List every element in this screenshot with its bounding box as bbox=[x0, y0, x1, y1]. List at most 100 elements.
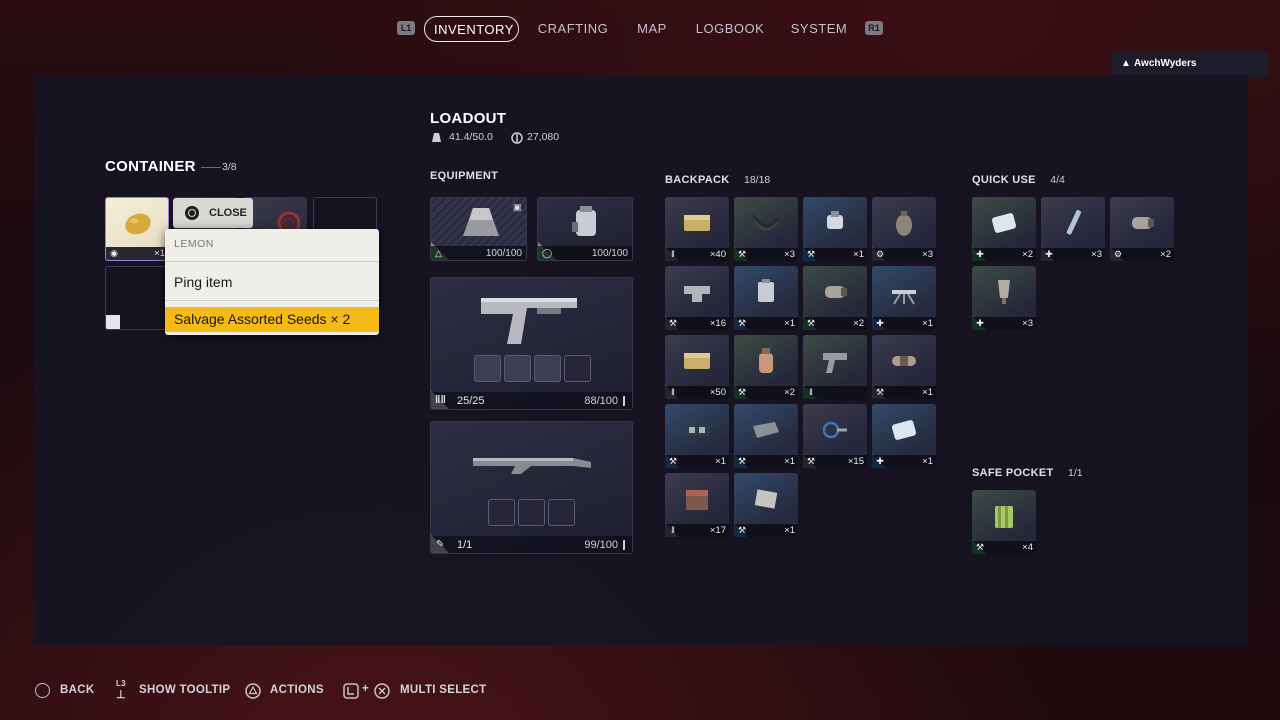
backpack-slot[interactable]: ‖ ×50 bbox=[665, 335, 729, 399]
tab-map[interactable]: MAP bbox=[630, 16, 674, 42]
backpack-slot[interactable]: ⚒ ×2 bbox=[803, 266, 867, 330]
show-tooltip-hint[interactable]: SHOW TOOLTIP bbox=[139, 684, 230, 696]
equipment-title: EQUIPMENT bbox=[430, 170, 499, 182]
quick-use-slot[interactable]: ✚ ×3 bbox=[972, 266, 1036, 330]
pistol-icon bbox=[823, 353, 847, 373]
wrench-icon: ⚒ bbox=[737, 249, 747, 259]
shield-icon: ◯ bbox=[542, 248, 553, 258]
shield-slot[interactable]: ◯ 100/100 bbox=[537, 197, 633, 261]
safe-pocket-header: SAFE POCKET 1/1 bbox=[972, 463, 1083, 481]
item-qty: ×17 bbox=[709, 525, 726, 536]
wrench-icon: ⚒ bbox=[806, 456, 816, 466]
backpack-slot[interactable]: ✚ ×1 bbox=[872, 404, 936, 468]
quick-use-slot[interactable]: ✚ ×3 bbox=[1041, 197, 1105, 261]
item-qty: ×1 bbox=[784, 525, 795, 536]
backpack-slot[interactable]: ⚒ ×2 bbox=[734, 335, 798, 399]
tab-inventory[interactable]: INVENTORY bbox=[424, 16, 519, 42]
backpack-header: BACKPACK 18/18 bbox=[665, 170, 770, 188]
l2-trigger-icon bbox=[343, 683, 359, 699]
medkit-icon: ✚ bbox=[1045, 249, 1053, 259]
bottle-icon bbox=[759, 348, 773, 373]
lemon-icon bbox=[125, 213, 151, 235]
syringe-icon bbox=[1066, 210, 1081, 235]
ammo-icon: ‖ bbox=[809, 387, 813, 397]
battery-icon bbox=[758, 279, 774, 302]
weight-value: 41.4/50.0 bbox=[449, 131, 493, 143]
backpack-slot[interactable]: ⚒ ×1 bbox=[872, 335, 936, 399]
attachment-slot-4[interactable] bbox=[564, 355, 591, 382]
durability-bar bbox=[623, 540, 625, 550]
durability-bar bbox=[623, 396, 625, 406]
speaker-icon: ▲ bbox=[1121, 58, 1131, 69]
safe-pocket-count: 1/1 bbox=[1067, 467, 1083, 479]
bandage-icon bbox=[891, 420, 917, 440]
tab-system[interactable]: SYSTEM bbox=[787, 16, 851, 42]
augment-slot[interactable]: ▣ △ 100/100 bbox=[430, 197, 527, 261]
attachment-slot-3[interactable] bbox=[548, 499, 575, 526]
backpack-slot[interactable]: ⚒ ×1 bbox=[803, 197, 867, 261]
container-slot-5[interactable] bbox=[105, 266, 169, 330]
rifle-weapon-icon bbox=[473, 458, 591, 474]
l1-button-hint[interactable]: L1 bbox=[397, 21, 415, 35]
quick-use-slot[interactable]: ⚙ ×2 bbox=[1110, 197, 1174, 261]
divider bbox=[165, 300, 379, 301]
currency-value: 27,080 bbox=[527, 131, 560, 143]
item-qty: ×1 bbox=[784, 456, 795, 467]
grenade-icon bbox=[896, 211, 912, 236]
item-qty: ×2 bbox=[853, 318, 864, 329]
item-context-menu: LEMON Ping item Salvage Assorted Seeds ×… bbox=[165, 229, 379, 335]
backpack-slot[interactable]: ⚙ ×3 bbox=[872, 197, 936, 261]
container-slot-lemon[interactable]: ◉ ×1 bbox=[105, 197, 169, 261]
backpack-slot[interactable]: ⚒ ×1 bbox=[734, 266, 798, 330]
safe-pocket-slot[interactable]: ⚒ ×4 bbox=[972, 490, 1036, 554]
item-qty: ×1 bbox=[922, 387, 933, 398]
backpack-slot[interactable]: ⚒ ×1 bbox=[734, 404, 798, 468]
backpack-slot[interactable]: ⚒ ×15 bbox=[803, 404, 867, 468]
backpack-slot[interactable]: ✚ ×1 bbox=[872, 266, 936, 330]
item-qty: ×2 bbox=[1160, 249, 1171, 260]
wrench-icon: ⚒ bbox=[975, 542, 985, 552]
crate-icon bbox=[686, 490, 708, 510]
turret-icon bbox=[892, 290, 916, 305]
back-hint[interactable]: BACK bbox=[60, 684, 94, 696]
wrench-icon: ⚒ bbox=[737, 525, 747, 535]
item-qty: ×15 bbox=[847, 456, 864, 467]
container-header: CONTAINER 3/8 bbox=[105, 158, 305, 178]
backpack-slot[interactable]: ‖ bbox=[803, 335, 867, 399]
cables-icon bbox=[822, 421, 847, 439]
attachment-slot-3[interactable] bbox=[534, 355, 561, 382]
salvage-option[interactable]: Salvage Assorted Seeds × 2 bbox=[165, 307, 379, 332]
tab-crafting[interactable]: CRAFTING bbox=[534, 16, 612, 42]
weapon1-durability: 88/100 bbox=[584, 395, 618, 407]
shield-durability: 100/100 bbox=[591, 248, 628, 259]
multi-select-hint[interactable]: MULTI SELECT bbox=[400, 684, 486, 696]
cross-button-icon bbox=[374, 683, 390, 699]
close-button[interactable]: CLOSE bbox=[173, 198, 253, 228]
backpack-slot[interactable]: ⚒ ×3 bbox=[734, 197, 798, 261]
backpack-slot[interactable]: ⚒ ×1 bbox=[734, 473, 798, 537]
plate-icon bbox=[753, 422, 779, 438]
backpack-slot[interactable]: ⚒ ×16 bbox=[665, 266, 729, 330]
shell-ammo-icon: ✎ bbox=[436, 539, 445, 550]
item-qty: ×2 bbox=[1022, 249, 1033, 260]
actions-hint[interactable]: ACTIONS bbox=[270, 684, 324, 696]
attachment-slot-1[interactable] bbox=[488, 499, 515, 526]
medkit-icon: ✚ bbox=[876, 456, 884, 466]
tab-logbook[interactable]: LOGBOOK bbox=[692, 16, 768, 42]
bandage-icon bbox=[991, 213, 1017, 233]
quick-use-slot[interactable]: ✚ ×2 bbox=[972, 197, 1036, 261]
ping-item-option[interactable]: Ping item bbox=[174, 274, 232, 290]
attachment-slot-1[interactable] bbox=[474, 355, 501, 382]
gear-icon: ⚙ bbox=[875, 249, 885, 259]
backpack-slot[interactable]: ‖ ×40 bbox=[665, 197, 729, 261]
r1-button-hint[interactable]: R1 bbox=[865, 21, 883, 35]
ammo-icon: ‖‖ bbox=[435, 394, 446, 406]
weight-icon bbox=[432, 133, 441, 142]
loadout-title: LOADOUT bbox=[430, 110, 507, 127]
weapon-slot-2[interactable]: ✎ 1/1 99/100 bbox=[430, 421, 633, 554]
attachment-slot-2[interactable] bbox=[518, 499, 545, 526]
backpack-slot[interactable]: ‖ ×17 bbox=[665, 473, 729, 537]
weapon-slot-1[interactable]: ‖‖ 25/25 88/100 bbox=[430, 277, 633, 410]
backpack-slot[interactable]: ⚒ ×1 bbox=[665, 404, 729, 468]
attachment-slot-2[interactable] bbox=[504, 355, 531, 382]
